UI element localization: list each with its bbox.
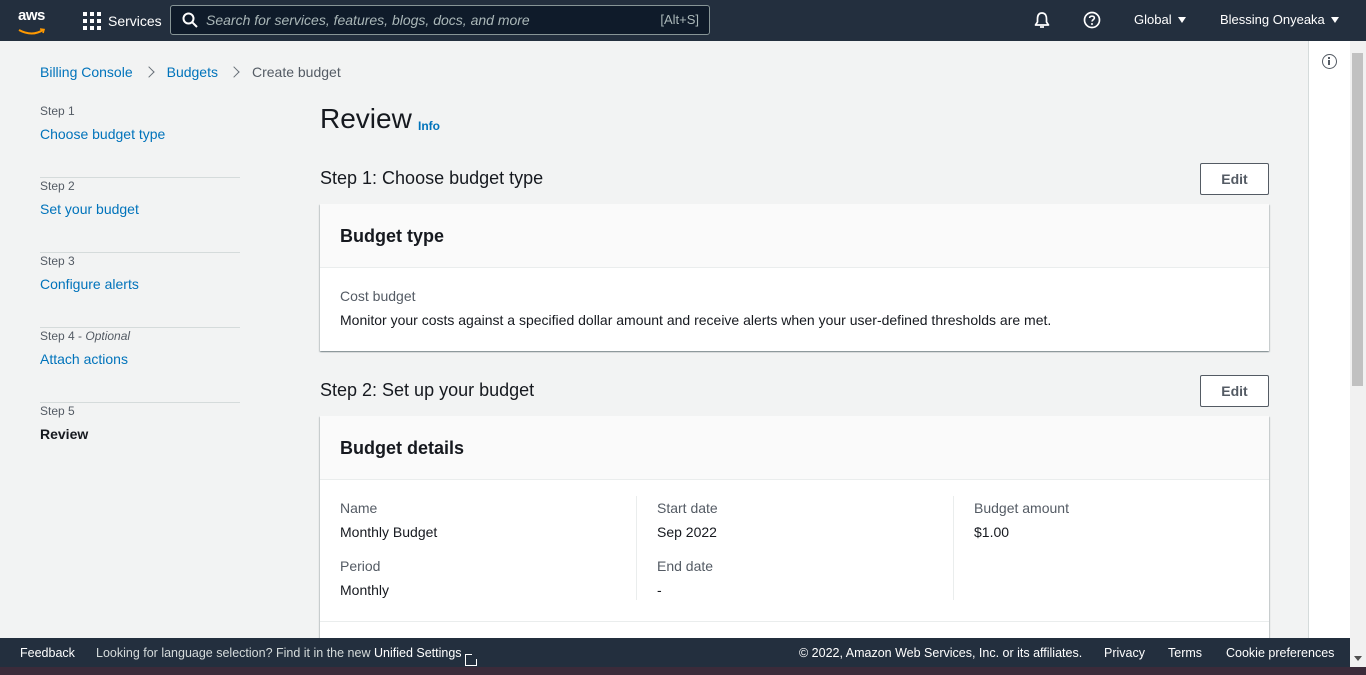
language-notice-text: Looking for language selection? Find it … — [96, 646, 371, 660]
budget-amount-label: Budget amount — [974, 500, 1069, 516]
help-panel-rail — [1308, 41, 1350, 638]
step-number: Step 1 — [40, 104, 75, 118]
external-link-icon — [464, 653, 478, 666]
chevron-right-icon — [228, 66, 240, 78]
help-icon[interactable] — [1082, 10, 1102, 30]
aws-logo-text: aws — [18, 7, 45, 24]
user-menu[interactable]: Blessing Onyeaka — [1220, 12, 1339, 27]
breadcrumb: Billing Console Budgets Create budget — [40, 64, 341, 80]
step-link-set-your-budget[interactable]: Set your budget — [40, 201, 139, 217]
copyright-text: © 2022, Amazon Web Services, Inc. or its… — [799, 646, 1083, 660]
footer: Feedback Looking for language selection?… — [0, 638, 1350, 667]
unified-settings-link[interactable]: Unified Settings — [373, 646, 478, 666]
top-navigation: aws Services [Alt+S] Global Blessing Ony… — [0, 0, 1366, 41]
step-number-text: Step 4 — [40, 329, 75, 343]
section-title-step1: Step 1: Choose budget type — [320, 168, 544, 188]
info-link[interactable]: Info — [418, 119, 440, 133]
end-date-label: End date — [657, 558, 714, 574]
details-column-3: Budget amount $1.00 — [953, 496, 1249, 600]
period-value: Monthly — [340, 582, 390, 598]
wizard-step-2: Step 2 Set your budget — [40, 178, 240, 253]
wizard-step-4: Step 4 - Optional Attach actions — [40, 328, 240, 403]
services-label: Services — [108, 12, 162, 29]
step-optional-tag: Optional — [85, 329, 131, 343]
page-title: Review — [320, 103, 412, 134]
name-value: Monthly Budget — [340, 524, 438, 540]
language-notice: Looking for language selection? Find it … — [96, 646, 478, 666]
details-column-2: Start date Sep 2022 End date - — [636, 496, 953, 600]
search-icon — [182, 12, 198, 28]
chevron-right-icon — [142, 66, 155, 78]
budget-type-card: Budget type Cost budget Monitor your cos… — [320, 204, 1269, 351]
aws-smile-icon — [18, 28, 46, 35]
wizard-step-3: Step 3 Configure alerts — [40, 253, 240, 328]
scroll-down-arrow-icon[interactable] — [1354, 656, 1362, 661]
end-date-value: - — [657, 582, 662, 598]
privacy-link[interactable]: Privacy — [1104, 646, 1145, 660]
region-selector[interactable]: Global — [1134, 12, 1186, 27]
step-link-choose-budget-type[interactable]: Choose budget type — [40, 126, 165, 142]
os-taskbar — [0, 667, 1366, 675]
search-input[interactable] — [206, 12, 636, 28]
aws-logo[interactable]: aws — [18, 7, 52, 35]
unified-settings-label: Unified Settings — [373, 646, 462, 660]
budget-type-name: Cost budget — [340, 288, 416, 304]
start-date-value: Sep 2022 — [657, 524, 717, 540]
step-number: Step 2 — [40, 179, 75, 193]
step-link-attach-actions[interactable]: Attach actions — [40, 351, 128, 367]
edit-step2-button[interactable]: Edit — [1200, 375, 1269, 407]
section-title-step2: Step 2: Set up your budget — [320, 380, 535, 400]
breadcrumb-budgets[interactable]: Budgets — [167, 64, 218, 80]
services-menu-button[interactable]: Services — [83, 10, 162, 31]
search-shortcut-hint: [Alt+S] — [660, 12, 699, 27]
budget-details-grid: Name Monthly Budget Period Monthly Start… — [320, 480, 1269, 622]
card-header: Budget details — [320, 416, 1269, 480]
info-icon[interactable] — [1322, 54, 1337, 69]
start-date-label: Start date — [657, 500, 718, 516]
region-label: Global — [1134, 12, 1172, 27]
breadcrumb-billing-console[interactable]: Billing Console — [40, 64, 133, 80]
grid-icon — [83, 11, 101, 30]
scrollbar-thumb[interactable] — [1352, 53, 1363, 386]
step-current-review: Review — [40, 426, 89, 442]
wizard-steps: Step 1 Choose budget type Step 2 Set you… — [40, 103, 240, 478]
budget-amount-value: $1.00 — [974, 524, 1010, 540]
period-label: Period — [340, 558, 381, 574]
search-box[interactable]: [Alt+S] — [170, 5, 710, 35]
bell-icon[interactable] — [1032, 10, 1052, 30]
name-label: Name — [340, 500, 378, 516]
card-header: Budget type — [320, 204, 1269, 268]
step-number: Step 5 — [40, 404, 75, 418]
cookie-preferences-link[interactable]: Cookie preferences — [1226, 646, 1334, 660]
step-number: Step 3 — [40, 254, 75, 268]
wizard-step-5: Step 5 Review — [40, 403, 240, 478]
budget-details-card: Budget details Name Monthly Budget Perio… — [320, 416, 1269, 638]
user-name: Blessing Onyeaka — [1220, 12, 1325, 27]
terms-link[interactable]: Terms — [1168, 646, 1202, 660]
step-link-configure-alerts[interactable]: Configure alerts — [40, 276, 139, 292]
budget-type-description: Monitor your costs against a specified d… — [340, 312, 1052, 328]
edit-step1-button[interactable]: Edit — [1200, 163, 1269, 195]
caret-down-icon — [1177, 16, 1186, 23]
details-column-1: Name Monthly Budget Period Monthly — [340, 496, 636, 600]
wizard-step-1: Step 1 Choose budget type — [40, 103, 240, 178]
page-scrollbar[interactable] — [1350, 41, 1366, 667]
caret-down-icon — [1330, 16, 1339, 23]
step-number: Step 4 - Optional — [40, 329, 131, 343]
feedback-link[interactable]: Feedback — [20, 646, 75, 660]
breadcrumb-create-budget: Create budget — [251, 64, 341, 80]
